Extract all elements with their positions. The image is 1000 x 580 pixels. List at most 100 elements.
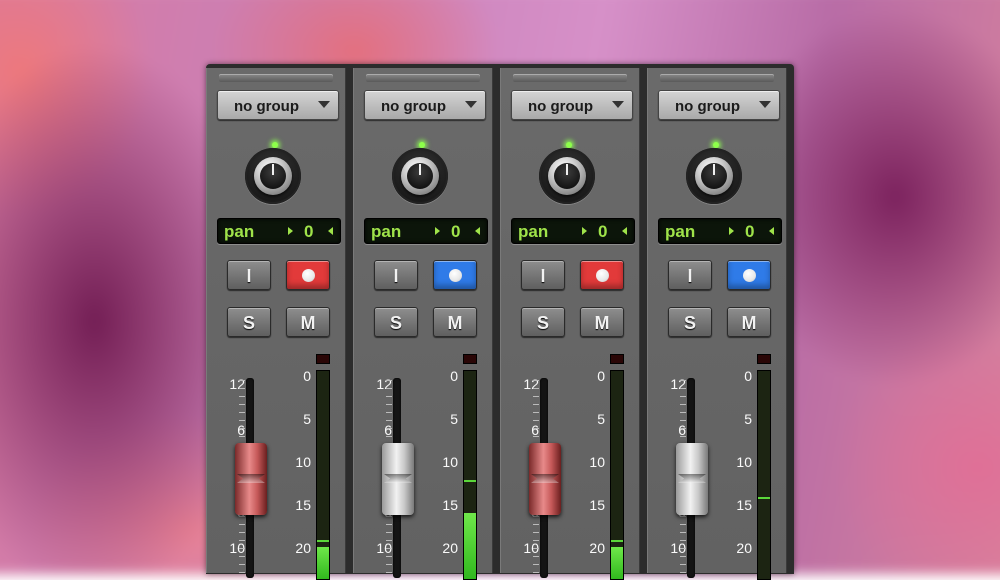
strip-grip-handle[interactable] [366, 74, 480, 82]
input-monitor-button[interactable]: I [668, 260, 712, 290]
pan-label: pan [665, 222, 696, 241]
level-meter [463, 370, 477, 580]
input-monitor-button[interactable]: I [374, 260, 418, 290]
pan-knob-cap [254, 157, 292, 195]
meter-fill [317, 547, 329, 579]
chevron-down-icon [318, 101, 330, 108]
clip-indicator[interactable] [463, 354, 477, 364]
meter-scale-label: 15 [295, 497, 311, 513]
group-dropdown[interactable]: no group [658, 90, 780, 120]
pan-knob-cap [695, 157, 733, 195]
pan-knob[interactable] [392, 142, 452, 204]
meter-scale-label: 10 [736, 454, 752, 470]
level-meter [757, 370, 771, 580]
record-dot-icon [302, 269, 315, 282]
mixer-window: no group pan 0 I S M 12 6 0 [206, 64, 794, 580]
level-meter [610, 370, 624, 580]
arrow-left-icon [769, 227, 774, 235]
pan-knob[interactable] [686, 142, 746, 204]
pan-knob[interactable] [539, 142, 599, 204]
chevron-down-icon [612, 101, 624, 108]
solo-button[interactable]: S [374, 307, 418, 337]
input-monitor-label: I [393, 266, 399, 286]
solo-button[interactable]: S [521, 307, 565, 337]
record-arm-button[interactable] [580, 260, 624, 290]
channel-strip: no group pan 0 I S M 12 6 0 [500, 68, 640, 580]
meter-scale-label: 0 [597, 368, 605, 384]
pan-value: 0 [304, 222, 314, 241]
meter-peak-marker [611, 540, 623, 543]
pan-value: 0 [598, 222, 608, 241]
group-dropdown[interactable]: no group [511, 90, 633, 120]
meter-scale-label: 5 [597, 411, 605, 427]
strip-grip-handle[interactable] [219, 74, 333, 82]
arrow-right-icon [288, 227, 293, 235]
record-dot-icon [596, 269, 609, 282]
clip-indicator[interactable] [610, 354, 624, 364]
meter-fill [611, 547, 623, 579]
arrow-left-icon [622, 227, 627, 235]
pan-knob-cap [401, 157, 439, 195]
input-monitor-button[interactable]: I [227, 260, 271, 290]
volume-fader-cap[interactable] [676, 443, 708, 515]
meter-scale-label: 5 [744, 411, 752, 427]
volume-fader-cap[interactable] [235, 443, 267, 515]
pan-display[interactable]: pan 0 [217, 218, 341, 244]
meter-scale-label: 20 [442, 540, 458, 556]
meter-scale-label: 5 [303, 411, 311, 427]
meter-peak-marker [758, 497, 770, 500]
group-dropdown-label: no group [675, 98, 740, 115]
clip-indicator[interactable] [316, 354, 330, 364]
fader-cap-notch [237, 474, 265, 483]
record-arm-button[interactable] [286, 260, 330, 290]
meter-scale-label: 0 [303, 368, 311, 384]
pan-display[interactable]: pan 0 [364, 218, 488, 244]
mute-button[interactable]: M [580, 307, 624, 337]
solo-label: S [683, 313, 696, 333]
mute-button[interactable]: M [433, 307, 477, 337]
meter-scale-label: 0 [450, 368, 458, 384]
fader-cap-notch [678, 474, 706, 483]
channel-strip: no group pan 0 I S M 12 6 0 [353, 68, 493, 580]
arrow-left-icon [328, 227, 333, 235]
solo-label: S [389, 313, 402, 333]
record-arm-button[interactable] [433, 260, 477, 290]
group-dropdown[interactable]: no group [217, 90, 339, 120]
group-dropdown[interactable]: no group [364, 90, 486, 120]
record-dot-icon [743, 269, 756, 282]
record-dot-icon [449, 269, 462, 282]
pan-knob[interactable] [245, 142, 305, 204]
mute-label: M [741, 313, 757, 333]
meter-scale-label: 10 [589, 454, 605, 470]
pan-knob-cap [548, 157, 586, 195]
meter-peak-marker [464, 480, 476, 483]
input-monitor-button[interactable]: I [521, 260, 565, 290]
volume-fader-cap[interactable] [529, 443, 561, 515]
record-arm-button[interactable] [727, 260, 771, 290]
pan-display[interactable]: pan 0 [658, 218, 782, 244]
fader-cap-notch [384, 474, 412, 483]
channel-strip: no group pan 0 I S M 12 6 0 [647, 68, 787, 580]
arrow-right-icon [582, 227, 587, 235]
pan-display[interactable]: pan 0 [511, 218, 635, 244]
meter-scale-label: 10 [442, 454, 458, 470]
arrow-left-icon [475, 227, 480, 235]
group-dropdown-label: no group [381, 98, 446, 115]
arrow-right-icon [435, 227, 440, 235]
strip-grip-handle[interactable] [513, 74, 627, 82]
mute-button[interactable]: M [727, 307, 771, 337]
mute-label: M [447, 313, 463, 333]
clip-indicator[interactable] [757, 354, 771, 364]
solo-button[interactable]: S [668, 307, 712, 337]
meter-scale-label: 20 [589, 540, 605, 556]
meter-scale-label: 15 [589, 497, 605, 513]
level-meter [316, 370, 330, 580]
volume-fader-cap[interactable] [382, 443, 414, 515]
mute-button[interactable]: M [286, 307, 330, 337]
meter-fill [464, 512, 476, 579]
strip-grip-handle[interactable] [660, 74, 774, 82]
channel-strip: no group pan 0 I S M 12 6 0 [206, 68, 346, 580]
meter-peak-marker [317, 540, 329, 543]
arrow-right-icon [729, 227, 734, 235]
solo-button[interactable]: S [227, 307, 271, 337]
